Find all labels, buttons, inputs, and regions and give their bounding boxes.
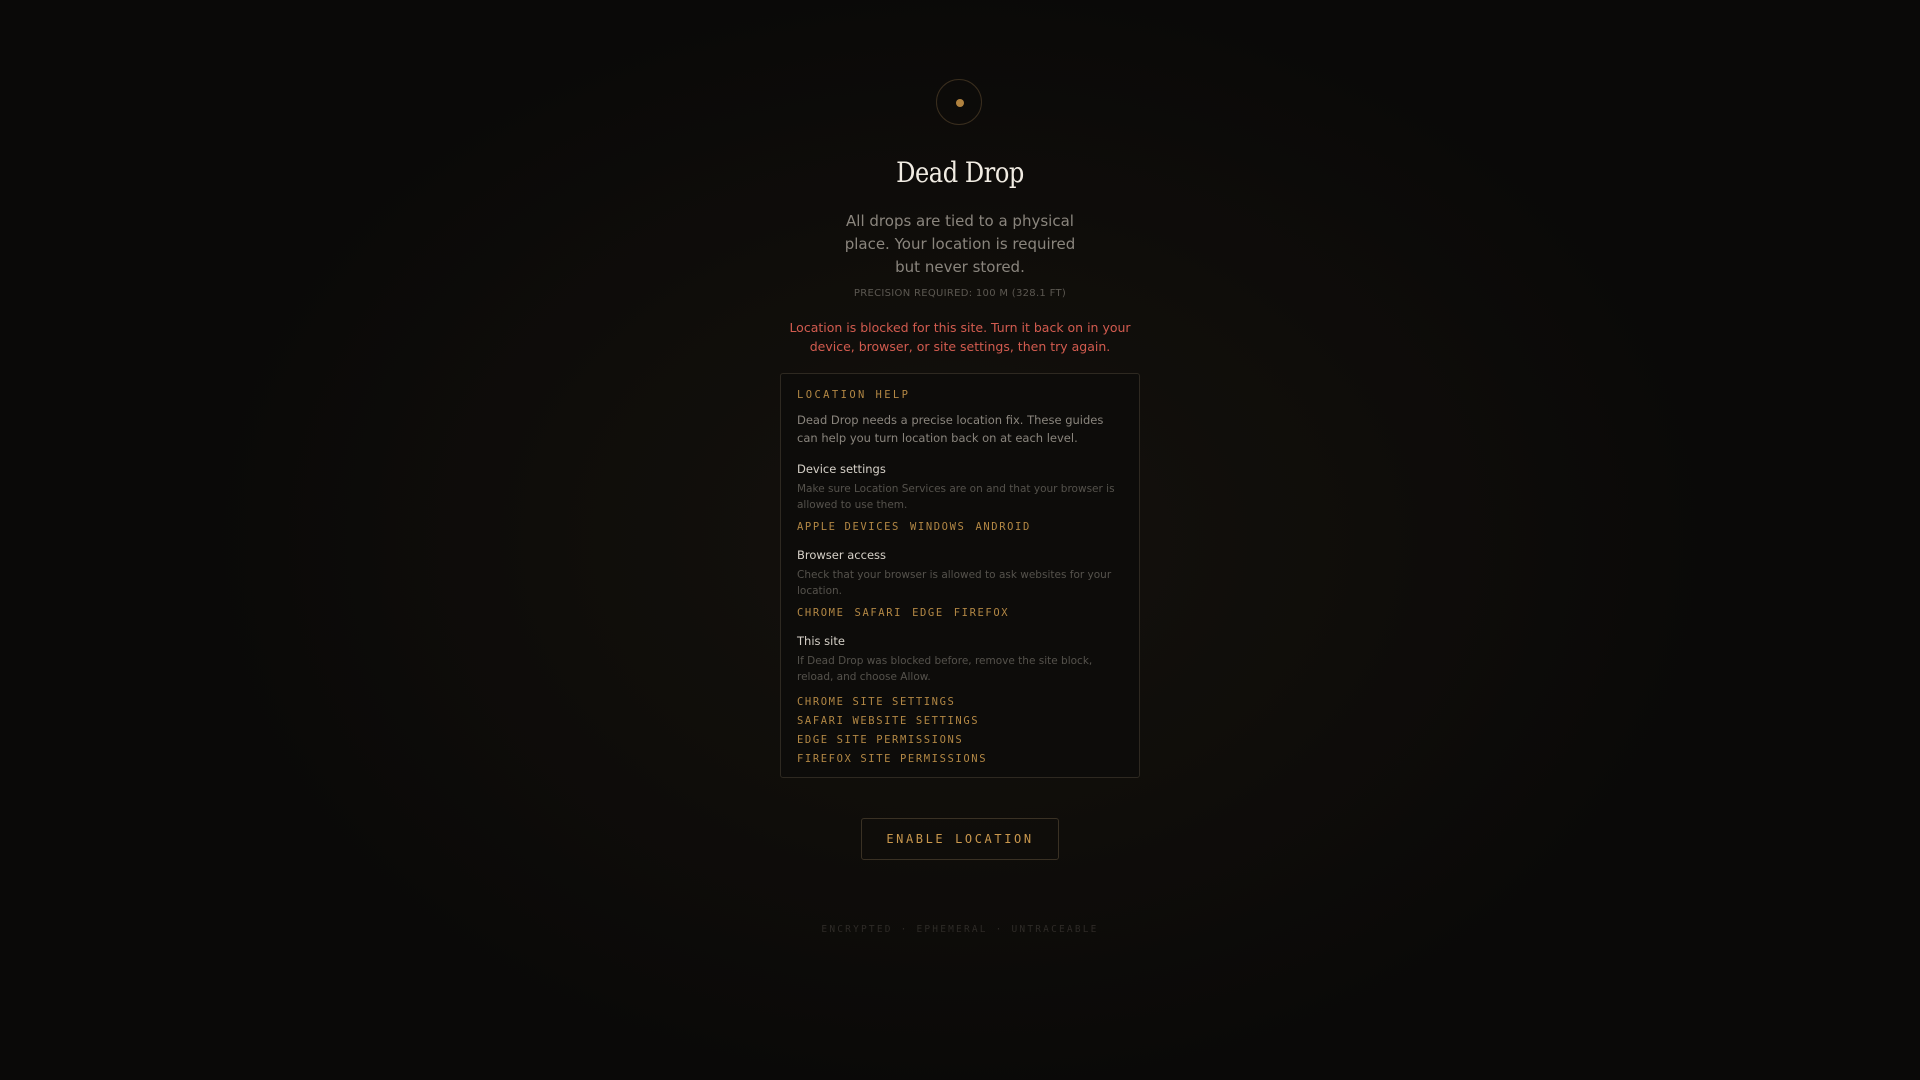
location-help-panel: LOCATION HELP Dead Drop needs a precise … xyxy=(780,373,1140,778)
section-title-browser: Browser access xyxy=(797,548,887,562)
page-title: Dead Drop xyxy=(896,156,1024,189)
site-links: CHROME SITE SETTINGS SAFARI WEBSITE SETT… xyxy=(797,693,1123,769)
help-title: LOCATION HELP xyxy=(797,389,911,401)
section-title-site: This site xyxy=(797,634,845,648)
footer-tagline: ENCRYPTED · EPHEMERAL · UNTRACEABLE xyxy=(821,924,1099,935)
section-desc-site: If Dead Drop was blocked before, remove … xyxy=(797,655,1093,683)
link-safari-website-settings[interactable]: SAFARI WEBSITE SETTINGS xyxy=(797,712,1123,731)
link-chrome[interactable]: CHROME xyxy=(797,607,845,619)
browser-links: CHROME SAFARI EDGE FIREFOX xyxy=(797,607,1123,619)
link-firefox-site-permissions[interactable]: FIREFOX SITE PERMISSIONS xyxy=(797,750,1123,769)
precision-requirement: PRECISION REQUIRED: 100 M (328.1 FT) xyxy=(853,288,1067,299)
link-android[interactable]: ANDROID xyxy=(975,521,1030,533)
section-desc-device: Make sure Location Services are on and t… xyxy=(797,483,1115,511)
help-intro: Dead Drop needs a precise location fix. … xyxy=(797,413,1104,445)
device-links: APPLE DEVICES WINDOWS ANDROID xyxy=(797,521,1123,533)
enable-location-button[interactable]: ENABLE LOCATION xyxy=(861,818,1059,860)
link-edge[interactable]: EDGE xyxy=(912,607,944,619)
logo-center-dot xyxy=(956,99,964,107)
link-windows[interactable]: WINDOWS xyxy=(910,521,965,533)
section-desc-browser: Check that your browser is allowed to as… xyxy=(797,569,1112,597)
page-subtitle: All drops are tied to a physical place. … xyxy=(844,212,1076,276)
location-dot-icon xyxy=(936,79,982,125)
section-title-device: Device settings xyxy=(797,462,886,476)
link-edge-site-permissions[interactable]: EDGE SITE PERMISSIONS xyxy=(797,731,1123,750)
page: Dead Drop All drops are tied to a physic… xyxy=(0,0,1920,1080)
link-firefox[interactable]: FIREFOX xyxy=(954,607,1009,619)
link-chrome-site-settings[interactable]: CHROME SITE SETTINGS xyxy=(797,693,1123,712)
link-safari[interactable]: SAFARI xyxy=(855,607,903,619)
link-apple-devices[interactable]: APPLE DEVICES xyxy=(797,521,900,533)
location-error-message: Location is blocked for this site. Turn … xyxy=(789,320,1131,354)
